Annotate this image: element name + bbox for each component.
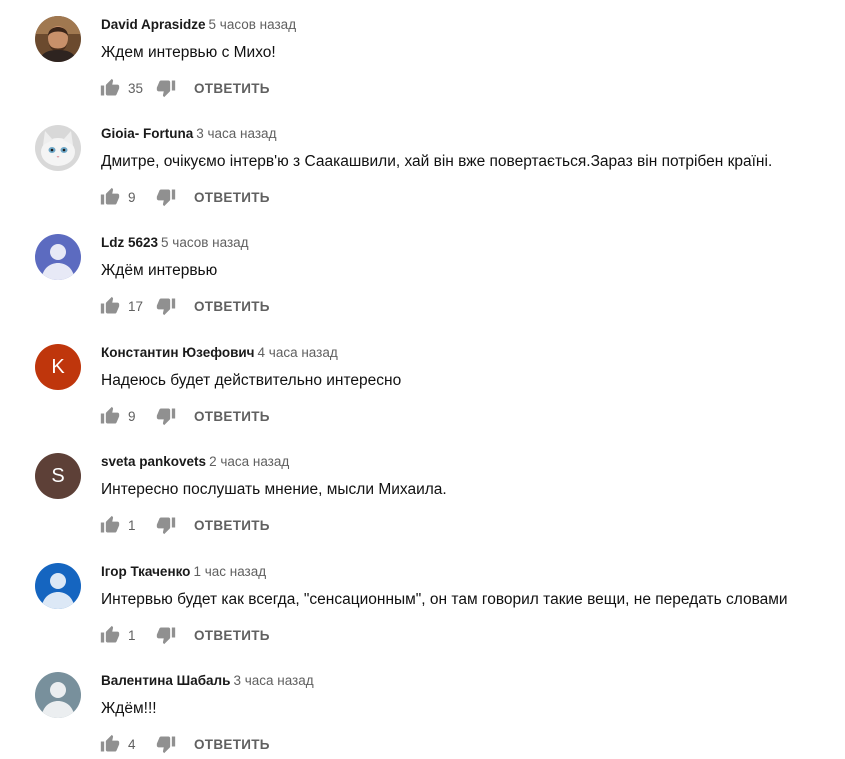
reply-button[interactable]: ОТВЕТИТЬ [194,409,270,424]
like-count: 4 [128,736,136,752]
avatar[interactable] [35,16,81,62]
comment-item: Ігор Ткаченко 1 час назад Интервью будет к… [0,547,845,647]
comment-timestamp[interactable]: 3 часа назад [196,126,276,141]
thumbs-up-icon[interactable] [100,78,120,98]
comment-timestamp[interactable]: 1 час назад [193,564,266,579]
avatar[interactable] [35,234,81,280]
comment-action-bar: 9 ОТВЕТИТЬ [100,406,270,426]
author-name[interactable]: Ldz 5623 [101,235,158,250]
comment-timestamp[interactable]: 4 часа назад [258,345,338,360]
comment-text: Ждём интервью [101,262,218,279]
thumbs-up-icon[interactable] [100,515,120,535]
like-count: 9 [128,189,136,205]
like-count: 9 [128,408,136,424]
avatar[interactable] [35,672,81,718]
thumbs-up-icon[interactable] [100,296,120,316]
comment-item: David Aprasidze 5 часов назад Ждем интервь… [0,0,845,100]
comment-text: Ждём!!! [101,700,157,717]
comment-text: Ждем интервью с Михо! [101,44,276,61]
avatar[interactable] [35,563,81,609]
comment-action-bar: 35 ОТВЕТИТЬ [100,78,270,98]
comment-header: Ldz 5623 5 часов назад [101,234,249,252]
like-count: 1 [128,517,136,533]
thumbs-down-icon[interactable] [156,296,176,316]
reply-button[interactable]: ОТВЕТИТЬ [194,190,270,205]
comment-header: Gioia- Fortuna 3 часа назад [101,125,276,143]
like-count: 35 [128,80,144,96]
comment-header: Константин Юзефович 4 часа назад [101,344,338,362]
avatar[interactable]: S [35,453,81,499]
thumbs-down-icon[interactable] [156,187,176,207]
comment-header: Валентина Шабаль 3 часа назад [101,672,314,690]
comment-action-bar: 4 ОТВЕТИТЬ [100,734,270,754]
comment-item: K Константин Юзефович 4 часа назад Надеюсь … [0,328,845,428]
comment-item: Gioia- Fortuna 3 часа назад Дмитре, очікує… [0,109,845,209]
thumbs-down-icon[interactable] [156,406,176,426]
reply-button[interactable]: ОТВЕТИТЬ [194,518,270,533]
reply-button[interactable]: ОТВЕТИТЬ [194,299,270,314]
avatar[interactable] [35,125,81,171]
reply-button[interactable]: ОТВЕТИТЬ [194,737,270,752]
thumbs-down-icon[interactable] [156,515,176,535]
comment-timestamp[interactable]: 5 часов назад [161,235,249,250]
avatar-letter: K [35,344,81,390]
comment-text: Интервью будет как всегда, "сенсационным… [101,591,788,608]
thumbs-up-icon[interactable] [100,406,120,426]
author-name[interactable]: Константин Юзефович [101,345,255,360]
avatar[interactable]: K [35,344,81,390]
comment-action-bar: 9 ОТВЕТИТЬ [100,187,270,207]
thumbs-up-icon[interactable] [100,187,120,207]
reply-button[interactable]: ОТВЕТИТЬ [194,81,270,96]
comment-timestamp[interactable]: 5 часов назад [209,17,297,32]
author-name[interactable]: Ігор Ткаченко [101,564,190,579]
comment-item: Валентина Шабаль 3 часа назад Ждём!!! 4 ОТВЕ… [0,656,845,756]
comment-timestamp[interactable]: 3 часа назад [233,673,313,688]
comment-action-bar: 1 ОТВЕТИТЬ [100,515,270,535]
comment-header: Ігор Ткаченко 1 час назад [101,563,266,581]
comment-timestamp[interactable]: 2 часа назад [209,454,289,469]
comment-text: Надеюсь будет действительно интересно [101,372,402,389]
like-count: 1 [128,627,136,643]
like-count: 17 [128,298,144,314]
comment-item: Ssveta pankovets 2 часа назад Интересно по… [0,437,845,537]
author-name[interactable]: David Aprasidze [101,17,206,32]
comment-action-bar: 17 ОТВЕТИТЬ [100,296,270,316]
avatar-letter: S [35,453,81,499]
author-name[interactable]: Валентина Шабаль [101,673,230,688]
comment-item: Ldz 5623 5 часов назад Ждём интервью 17 ОТВЕ… [0,218,845,318]
comment-text: Интересно послушать мнение, мысли Михаил… [101,481,447,498]
thumbs-up-icon[interactable] [100,734,120,754]
comment-text: Дмитре, очікуємо інтерв'ю з Саакашвили, … [101,153,773,170]
thumbs-down-icon[interactable] [156,78,176,98]
comment-header: sveta pankovets 2 часа назад [101,453,289,471]
thumbs-down-icon[interactable] [156,625,176,645]
author-name[interactable]: sveta pankovets [101,454,206,469]
thumbs-down-icon[interactable] [156,734,176,754]
comment-header: David Aprasidze 5 часов назад [101,16,296,34]
reply-button[interactable]: ОТВЕТИТЬ [194,628,270,643]
author-name[interactable]: Gioia- Fortuna [101,126,193,141]
thumbs-up-icon[interactable] [100,625,120,645]
comment-action-bar: 1 ОТВЕТИТЬ [100,625,270,645]
